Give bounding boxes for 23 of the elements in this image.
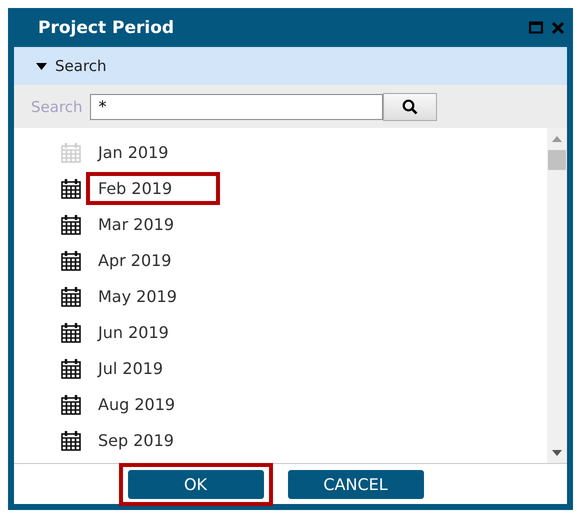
dialog-button[interactable]: CANCEL — [288, 470, 424, 498]
period-item[interactable]: Apr 2019 — [86, 244, 184, 276]
period-item[interactable]: Jun 2019 — [86, 316, 181, 348]
search-label: Search — [31, 98, 83, 116]
search-icon — [402, 98, 418, 114]
scrollbar[interactable] — [547, 128, 567, 463]
period-item[interactable]: Mar 2019 — [86, 208, 186, 240]
period-item[interactable]: Aug 2019 — [86, 388, 188, 420]
caret-icon — [36, 62, 47, 70]
search-panel-header[interactable]: Search — [14, 47, 567, 85]
search-field[interactable]: * — [90, 94, 383, 120]
window-title: Project Period — [38, 18, 174, 38]
maximize-icon[interactable] — [529, 21, 543, 34]
search-button[interactable] — [382, 92, 437, 120]
scroll-down-icon[interactable] — [552, 450, 562, 456]
period-item[interactable]: Sep 2019 — [86, 424, 186, 456]
scroll-up-icon[interactable] — [552, 136, 562, 142]
period-item[interactable]: Feb 2019 — [86, 172, 220, 204]
scroll-thumb[interactable] — [548, 150, 566, 170]
period-item[interactable]: Jul 2019 — [86, 352, 176, 384]
period-item[interactable]: May 2019 — [86, 280, 189, 312]
dialog-button[interactable]: OK — [128, 470, 264, 498]
close-icon[interactable] — [551, 20, 565, 34]
